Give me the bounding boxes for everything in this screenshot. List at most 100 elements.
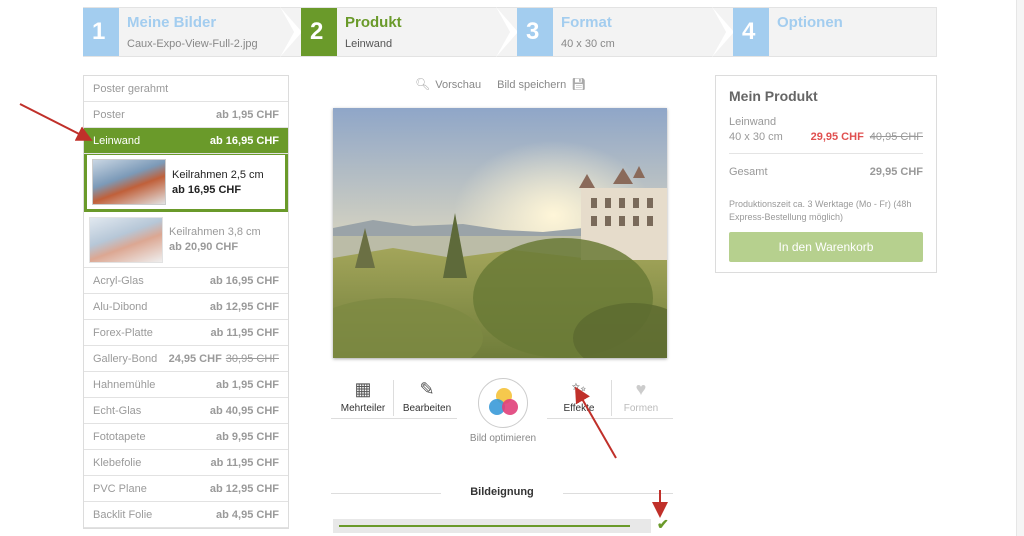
step-chevron-icon: [712, 7, 734, 57]
price-old: 40,95 CHF: [869, 131, 923, 143]
heart-icon: ♥: [635, 379, 647, 399]
effekte-label: Effekte: [563, 403, 595, 414]
product-price: ab 11,95 CHF: [211, 327, 279, 339]
variant-keilrahmen-3-8[interactable]: Keilrahmen 3,8 cm ab 20,90 CHF: [84, 212, 288, 268]
product-item[interactable]: Alu-Dibond ab 12,95 CHF: [84, 294, 288, 320]
product-item-leinwand[interactable]: Leinwand ab 16,95 CHF: [84, 128, 288, 154]
total-label: Gesamt: [729, 166, 768, 178]
summary-total-row: Gesamt 29,95 CHF: [729, 166, 923, 178]
price-current: ab 40,95 CHF: [209, 404, 279, 417]
product-label: Poster: [93, 108, 125, 121]
step-meine-bilder[interactable]: 1 Meine Bilder Caux-Expo-View-Full-2.jpg: [83, 7, 302, 57]
price-new: 29,95 CHF: [810, 131, 864, 143]
step-title: Format: [561, 14, 612, 31]
price-old: 30,95 CHF: [225, 352, 279, 365]
summary-size: 40 x 30 cm: [729, 131, 783, 143]
mehrteiler-label: Mehrteiler: [340, 403, 386, 414]
production-note: Produktionszeit ca. 3 Werktage (Mo - Fr)…: [729, 199, 912, 222]
step-subtitle: Leinwand: [345, 38, 393, 50]
price-current: ab 11,95 CHF: [210, 456, 279, 469]
product-label: Hahnemühle: [93, 378, 156, 391]
product-item-poster[interactable]: Poster ab 1,95 CHF: [84, 102, 288, 128]
optimize-image-button[interactable]: [478, 378, 528, 428]
product-price: ab 4,95 CHF: [216, 509, 279, 521]
page-edge: [1016, 0, 1024, 536]
step-format[interactable]: 3 Format 40 x 30 cm: [517, 7, 734, 57]
formen-button[interactable]: ♥ Formen: [613, 378, 669, 414]
floppy-disk-icon: 💾︎: [571, 77, 587, 91]
product-label: Fototapete: [93, 430, 146, 443]
product-price: ab 40,95 CHF: [210, 405, 279, 417]
product-label: Leinwand: [93, 134, 141, 147]
total-value: 29,95 CHF: [869, 166, 923, 178]
divider: [729, 153, 923, 154]
price-current: ab 9,95 CHF: [216, 430, 279, 443]
product-label: Poster gerahmt: [93, 82, 169, 95]
annotation-arrow-leinwand: [19, 103, 93, 141]
step-title: Produkt: [345, 14, 402, 31]
product-label: PVC Plane: [93, 482, 147, 495]
color-dot-icon: [502, 399, 518, 415]
price-current: ab 1,95 CHF: [216, 378, 279, 391]
bearbeiten-label: Bearbeiten: [402, 403, 452, 414]
bildeignung-title: Bildeignung: [331, 486, 673, 498]
summary-product: Leinwand: [729, 116, 777, 128]
product-price: 24,95 CHF 30,95 CHF: [169, 353, 279, 365]
product-price: ab 12,95 CHF: [210, 483, 279, 495]
product-price: ab 11,95 CHF: [211, 457, 279, 469]
save-image-button[interactable]: Bild speichern 💾︎: [497, 77, 586, 91]
product-item[interactable]: Fototapete ab 9,95 CHF: [84, 424, 288, 450]
price-current: ab 12,95 CHF: [209, 300, 279, 313]
product-price: ab 9,95 CHF: [216, 431, 279, 443]
price-current: 24,95 CHF: [168, 352, 222, 365]
add-to-cart-button[interactable]: In den Warenkorb: [729, 232, 923, 262]
step-number: 1: [83, 8, 119, 56]
vorschau-button[interactable]: 🔍︎ Vorschau: [415, 77, 481, 91]
product-item[interactable]: Hahnemühle ab 1,95 CHF: [84, 372, 288, 398]
summary-title: Mein Produkt: [729, 88, 818, 104]
product-item[interactable]: Backlit Folie ab 4,95 CHF: [84, 502, 288, 528]
divider: [331, 418, 457, 419]
bearbeiten-button[interactable]: ✎ Bearbeiten: [397, 378, 457, 414]
product-item[interactable]: Gallery-Bond 24,95 CHF 30,95 CHF: [84, 346, 288, 372]
checkmark-icon: ✔: [657, 516, 669, 532]
product-list: Poster gerahmt Poster ab 1,95 CHF Leinwa…: [83, 75, 289, 529]
product-item[interactable]: Echt-Glas ab 40,95 CHF: [84, 398, 288, 424]
step-number: 2: [301, 8, 337, 56]
canvas-preview[interactable]: [333, 108, 667, 358]
product-price: ab 16,95 CHF: [209, 134, 279, 147]
pencil-icon: ✎: [419, 379, 435, 399]
step-title: Meine Bilder: [127, 14, 217, 31]
magic-wand-icon: ✨︎: [571, 379, 587, 399]
step-number: 4: [733, 8, 769, 56]
variant-label: Keilrahmen 2,5 cm: [172, 168, 264, 181]
checkout-steps: 1 Meine Bilder Caux-Expo-View-Full-2.jpg…: [83, 7, 937, 57]
product-item[interactable]: Forex-Platte ab 11,95 CHF: [84, 320, 288, 346]
product-label: Acryl-Glas: [93, 274, 144, 287]
step-subtitle: 40 x 30 cm: [561, 38, 615, 50]
variant-keilrahmen-2-5[interactable]: Keilrahmen 2,5 cm ab 16,95 CHF: [84, 154, 288, 212]
variant-thumbnail: [92, 159, 166, 205]
product-item[interactable]: Acryl-Glas ab 16,95 CHF: [84, 268, 288, 294]
image-tools: ▦ Mehrteiler ✎ Bearbeiten Bild optimiere…: [331, 376, 673, 466]
product-item-poster-gerahmt[interactable]: Poster gerahmt: [84, 76, 288, 102]
bildeignung-fill: [339, 525, 630, 527]
price-current: ab 11,95 CHF: [210, 326, 279, 339]
grid-icon: ▦: [354, 379, 372, 399]
step-optionen[interactable]: 4 Optionen: [733, 7, 937, 57]
optimize-image-label: Bild optimieren: [469, 433, 537, 444]
landscape-image: [333, 108, 667, 358]
step-chevron-icon: [496, 7, 518, 57]
step-produkt[interactable]: 2 Produkt Leinwand: [301, 7, 518, 57]
effekte-button[interactable]: ✨︎ Effekte: [549, 378, 609, 414]
product-label: Echt-Glas: [93, 404, 142, 417]
product-item[interactable]: PVC Plane ab 12,95 CHF: [84, 476, 288, 502]
product-label: Klebefolie: [93, 456, 142, 469]
variant-price: ab 20,90 CHF: [169, 241, 239, 253]
mehrteiler-button[interactable]: ▦ Mehrteiler: [335, 378, 391, 414]
product-item[interactable]: Klebefolie ab 11,95 CHF: [84, 450, 288, 476]
summary-size-row: 40 x 30 cm 29,95 CHF 40,95 CHF: [729, 131, 923, 143]
product-price: ab 16,95 CHF: [210, 275, 279, 287]
step-title: Optionen: [777, 14, 843, 31]
product-price: ab 1,95 CHF: [216, 379, 279, 391]
